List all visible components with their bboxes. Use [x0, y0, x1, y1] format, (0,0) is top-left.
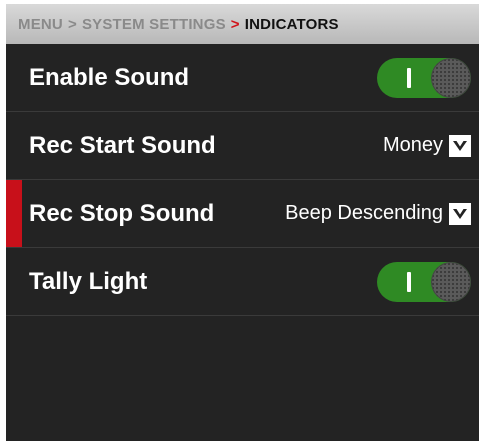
- dropdown-value: Beep Descending: [285, 202, 443, 224]
- indicators-screen: MENU > SYSTEM SETTINGS > INDICATORS Enab…: [6, 4, 479, 441]
- setting-label: Tally Light: [29, 267, 148, 295]
- rec-stop-sound-dropdown[interactable]: Beep Descending: [285, 202, 471, 225]
- toggle-knob[interactable]: [431, 261, 471, 302]
- breadcrumb: MENU > SYSTEM SETTINGS > INDICATORS: [6, 4, 479, 44]
- breadcrumb-system-settings[interactable]: SYSTEM SETTINGS: [82, 16, 226, 33]
- rec-start-sound-dropdown[interactable]: Money: [383, 134, 471, 157]
- tally-light-toggle[interactable]: [377, 261, 471, 302]
- setting-row-enable-sound[interactable]: Enable Sound: [6, 44, 479, 112]
- toggle-knob[interactable]: [431, 57, 471, 98]
- breadcrumb-separator: >: [67, 15, 77, 33]
- enable-sound-toggle[interactable]: [377, 57, 471, 98]
- setting-label: Rec Stop Sound: [29, 199, 215, 227]
- chevron-down-icon[interactable]: [449, 202, 471, 225]
- toggle-on-indicator-icon: [407, 271, 411, 292]
- setting-row-rec-start-sound[interactable]: Rec Start Sound Money: [6, 112, 479, 180]
- setting-label: Enable Sound: [29, 63, 190, 91]
- breadcrumb-current: INDICATORS: [244, 15, 339, 33]
- breadcrumb-separator-active: >: [230, 15, 240, 33]
- dropdown-value: Money: [382, 134, 443, 156]
- breadcrumb-menu[interactable]: MENU: [18, 16, 63, 33]
- setting-row-tally-light[interactable]: Tally Light: [6, 248, 479, 316]
- toggle-on-indicator-icon: [407, 67, 411, 88]
- setting-row-rec-stop-sound[interactable]: Rec Stop Sound Beep Descending: [6, 180, 479, 248]
- setting-label: Rec Start Sound: [29, 131, 216, 159]
- chevron-down-icon[interactable]: [449, 134, 471, 157]
